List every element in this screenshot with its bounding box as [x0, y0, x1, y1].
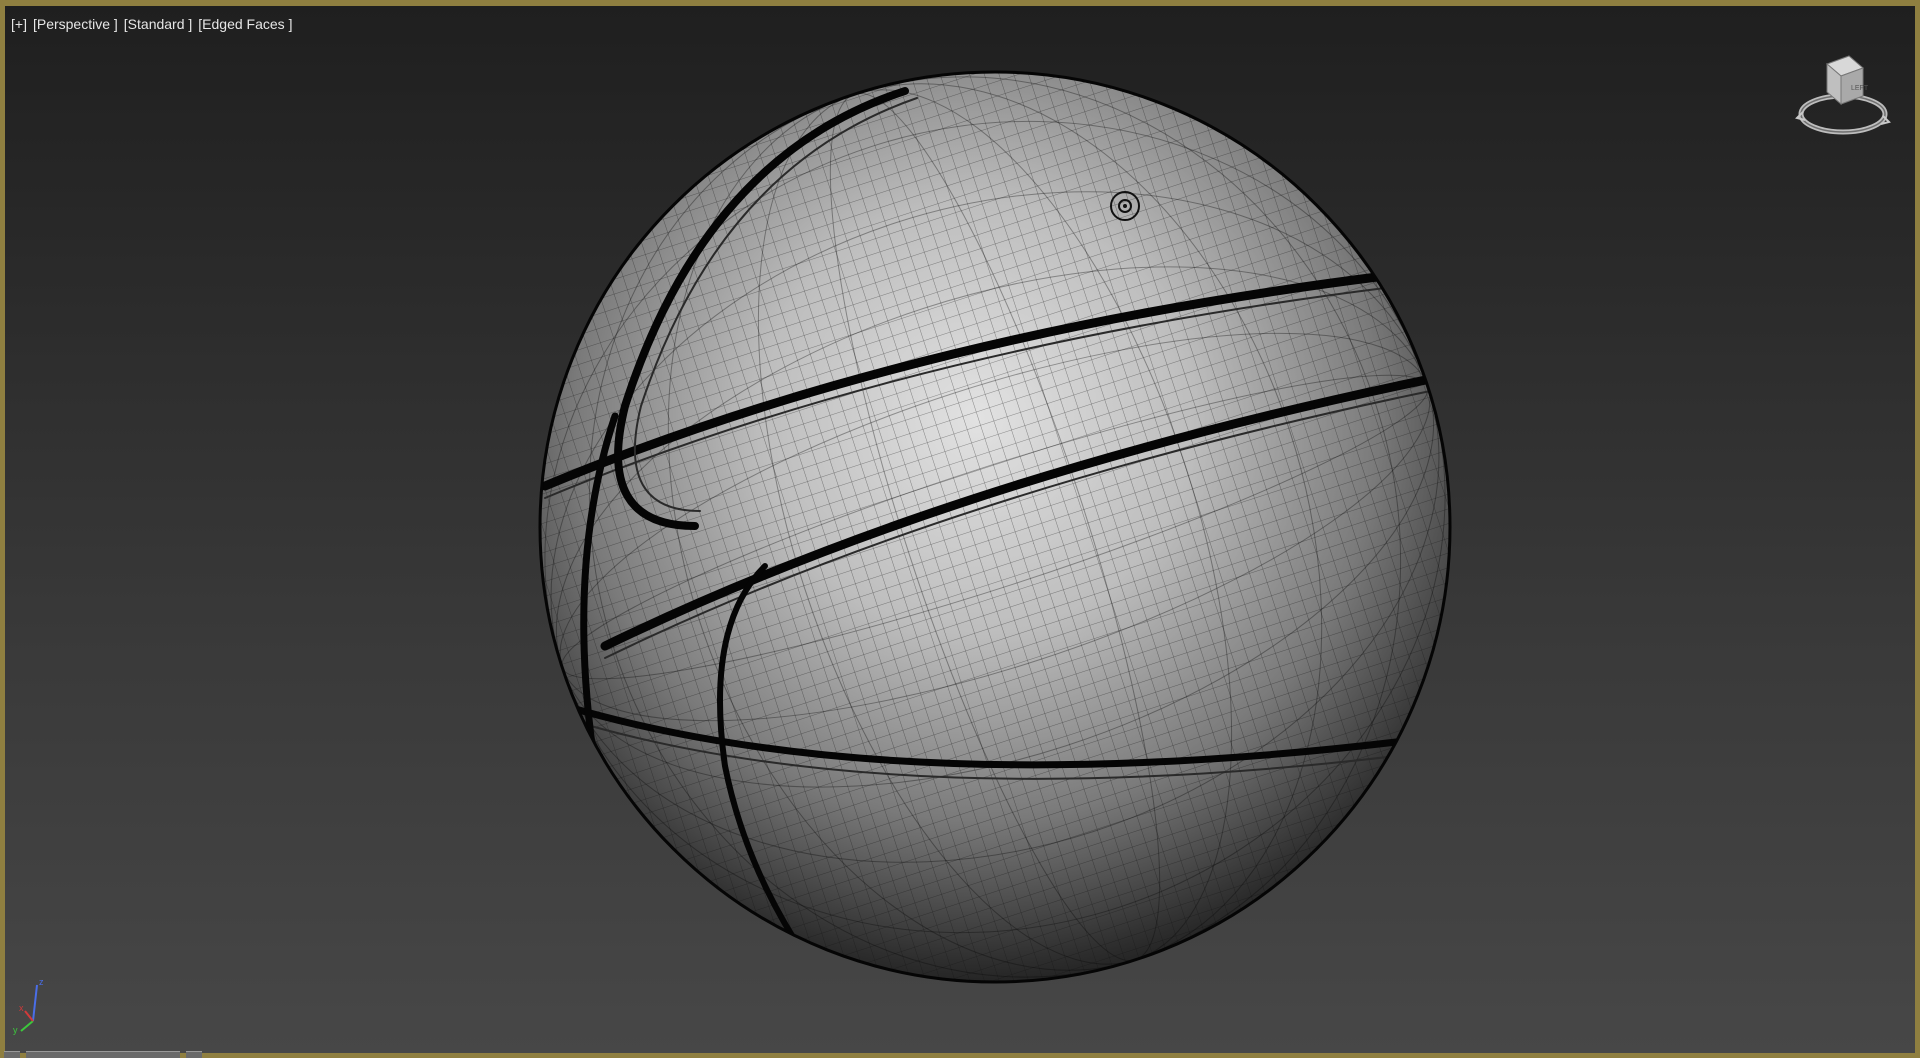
layout-tab[interactable]	[26, 1051, 180, 1058]
axis-y-label: y	[13, 1025, 18, 1035]
layout-tab-add[interactable]	[186, 1051, 202, 1058]
layout-tab-small[interactable]	[4, 1051, 20, 1058]
axis-x-label: x	[19, 1003, 24, 1013]
axis-tripod-icon: z x y	[13, 977, 44, 1035]
viewcube-icon[interactable]: LEFT	[1793, 46, 1893, 146]
basketball-mesh[interactable]	[439, 6, 1552, 1053]
axis-z-label: z	[39, 977, 44, 987]
perspective-viewport[interactable]: [+] [Perspective ] [Standard ] [Edged Fa…	[0, 0, 1920, 1058]
viewcube-face-label[interactable]: LEFT	[1851, 85, 1869, 92]
viewport-bottom-border	[0, 1054, 1920, 1058]
scene-render[interactable]	[5, 6, 1915, 1053]
